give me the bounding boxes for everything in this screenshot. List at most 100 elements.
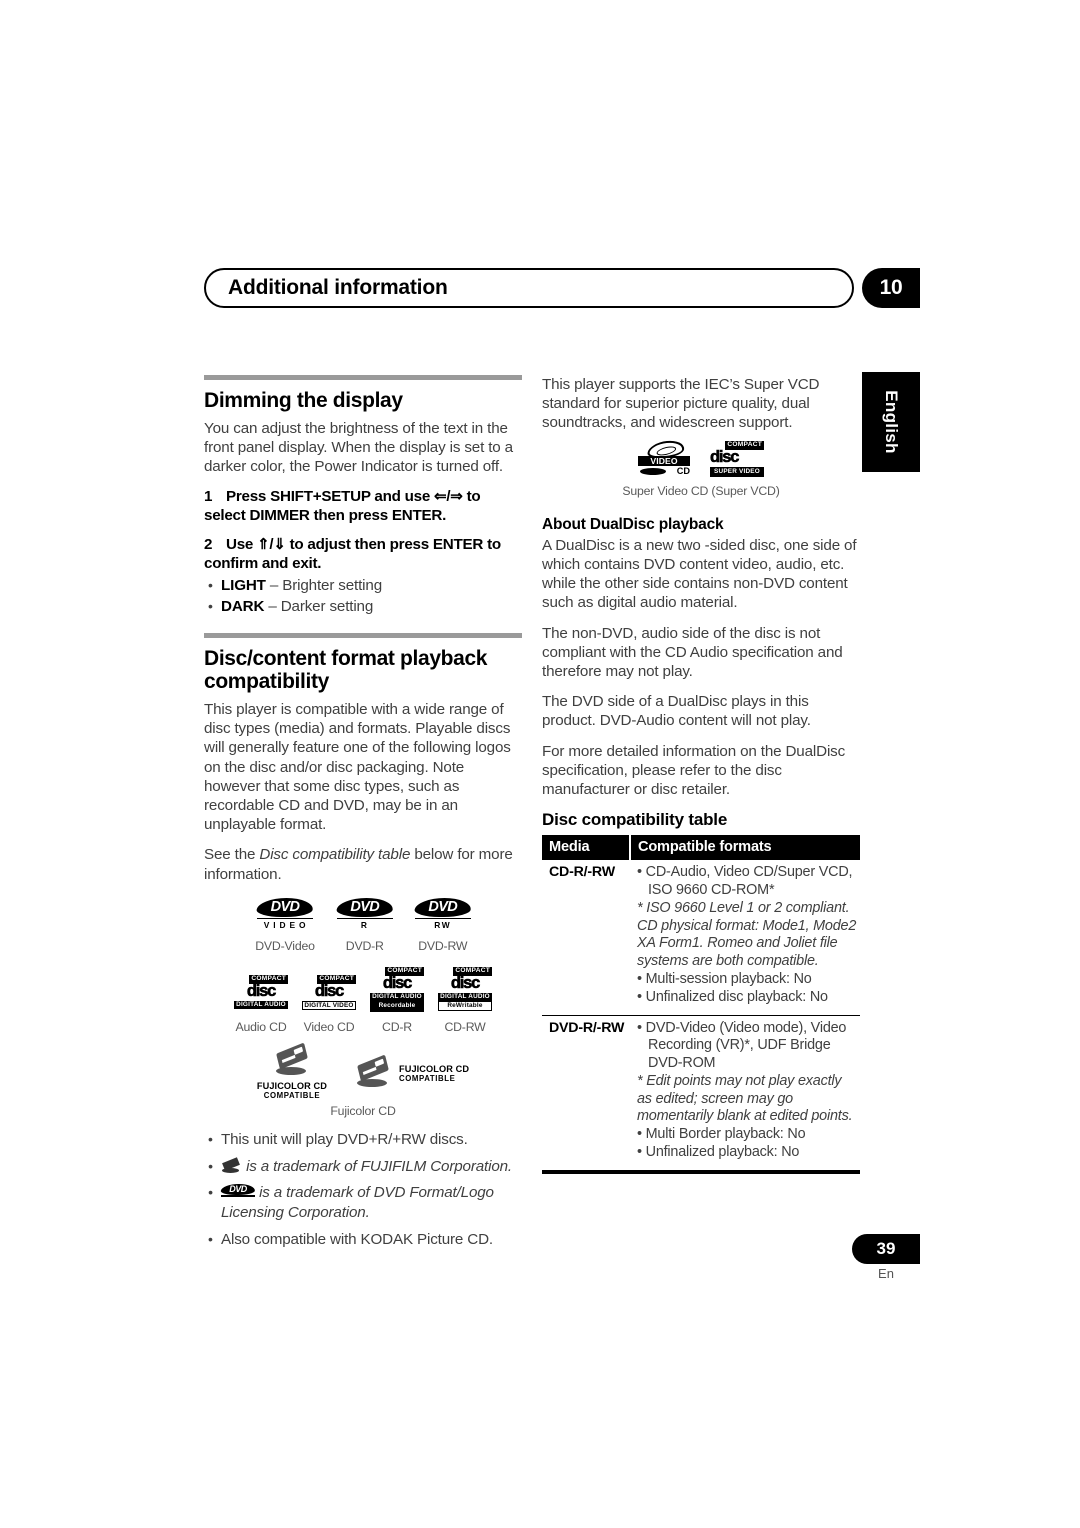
disc-wordmark: disc	[710, 447, 740, 466]
language-side-tab: English	[862, 372, 920, 472]
format-bullet: Unfinalized playback: No	[637, 1144, 858, 1162]
compatibility-paragraph-1: This player is compatible with a wide ra…	[204, 700, 511, 834]
dualdisc-paragraph-3: The DVD side of a DualDisc plays in this…	[542, 693, 811, 730]
format-footnote: * ISO 9660 Level 1 or 2 compliant. CD ph…	[637, 899, 857, 970]
dvd-r-sublabel: R	[336, 917, 393, 930]
dimmer-options-list: LIGHT – Brighter setting DARK – Darker s…	[204, 576, 522, 617]
logo-caption: CD-R	[382, 1019, 412, 1034]
trademark-notes-list: This unit will play DVD+R/+RW discs. is …	[204, 1130, 522, 1250]
digital-audio-band: DIGITAL AUDIO	[370, 992, 424, 1002]
heading-disc-content-format-playback-compatibility: Disc/content format playback compatibili…	[204, 646, 488, 694]
note-dvd-plus-r: This unit will play DVD+R/+RW discs.	[221, 1130, 468, 1148]
format-bullet: Unfinalized disc playback: No	[637, 989, 858, 1007]
section-rule	[204, 375, 522, 380]
dimming-intro-paragraph: You can adjust the brightness of the tex…	[204, 419, 513, 475]
disc-wordmark: disc	[382, 973, 413, 993]
cd-r-logo-icon: COMPACT disc DIGITAL AUDIO Recordable	[370, 966, 424, 1012]
logo-caption: Fujicolor CD	[330, 1103, 396, 1118]
logo-caption: CD-RW	[444, 1019, 486, 1034]
dvd-wordmark: DVD	[428, 898, 458, 915]
super-vcd-paragraph: This player supports the IEC’s Super VCD…	[542, 376, 820, 432]
digital-video-band: DIGITAL VIDEO	[302, 1000, 356, 1011]
dvd-logo-icon: DVD	[220, 1184, 256, 1199]
logo-fujicolor-inline: FUJICOLOR CD COMPATIBLE	[353, 1054, 469, 1088]
step-1-text-a: Press SHIFT+SETUP and use	[226, 488, 435, 506]
table-row: DVD-R/-RW DVD-Video (Video mode), Video …	[542, 1014, 860, 1170]
video-cd-logo-icon: COMPACT disc DIGITAL VIDEO	[302, 974, 356, 1011]
cd-logo-row: COMPACT disc DIGITAL AUDIO Audio CD COMP…	[204, 966, 522, 1034]
logo-fujicolor-stacked: FUJICOLOR CD COMPATIBLE	[256, 1042, 327, 1100]
compatible-label: COMPATIBLE	[399, 1074, 456, 1084]
chapter-number-badge: 10	[862, 268, 920, 308]
cd-label: CD	[676, 465, 690, 476]
table-header-row: Media Compatible formats	[542, 835, 860, 861]
logo-caption: DVD-Video	[255, 938, 315, 953]
step-2-text-a: Use	[226, 535, 258, 553]
dualdisc-paragraph-4: For more detailed information on the Dua…	[542, 742, 846, 799]
heading-about-dualdisc-playback: About DualDisc playback	[542, 515, 724, 533]
logo-cd-rw: COMPACT disc DIGITAL AUDIO ReWritable CD…	[438, 966, 492, 1034]
dvd-wordmark: DVD	[270, 898, 300, 915]
super-video-band: SUPER VIDEO	[710, 466, 764, 478]
cd-rw-logo-icon: COMPACT disc DIGITAL AUDIO ReWritable	[438, 966, 492, 1011]
heading-dimming-the-display: Dimming the display	[204, 389, 403, 412]
table-bottom-rule	[542, 1169, 860, 1174]
column-header-media: Media	[542, 835, 631, 861]
left-right-arrow-icon: ⇐/⇒	[434, 488, 463, 506]
cell-formats-dvd-r-rw: DVD-Video (Video mode), Video Recording …	[630, 1014, 860, 1170]
chapter-header-pill: Additional information	[204, 268, 854, 308]
format-bullet: CD-Audio, Video CD/Super VCD, ISO 9660 C…	[637, 864, 858, 900]
dimming-step-1: 1 Press SHIFT+SETUP and use ⇐/⇒ to select…	[204, 487, 522, 526]
compatible-label: COMPATIBLE	[263, 1090, 321, 1100]
logo-dvd-video: DVD V I D E O DVD-Video	[255, 897, 315, 953]
logo-cd-r: COMPACT disc DIGITAL AUDIO Recordable CD…	[370, 966, 424, 1034]
step-2-number: 2	[204, 535, 213, 553]
list-item: DARK – Darker setting	[204, 597, 522, 617]
disc-compatibility-table: Media Compatible formats CD-R/-RW CD-Aud…	[542, 835, 860, 1170]
fujicolor-inline-text: FUJICOLOR CD COMPATIBLE	[399, 1064, 469, 1083]
manual-page: Additional information 10 English Dimmin…	[0, 0, 1080, 1528]
fujifilm-mark-icon	[221, 1156, 242, 1173]
language-side-tab-label: English	[882, 390, 901, 454]
option-label-dark: DARK	[221, 598, 265, 616]
video-label: VIDEO	[638, 455, 690, 466]
cell-media-dvd-r-rw: DVD-R/-RW	[542, 1014, 630, 1170]
disc-wordmark: disc	[246, 981, 277, 1001]
super-video-cd-logo-icon: COMPACT disc SUPER VIDEO	[710, 440, 764, 478]
step-1-number: 1	[204, 488, 213, 506]
rewritable-band: ReWritable	[438, 1001, 492, 1011]
dvd-video-logo-icon: DVD V I D E O	[255, 897, 315, 930]
logo-dvd-rw: DVD RW DVD-RW	[413, 897, 473, 953]
page-language-code: En	[878, 1266, 894, 1281]
format-bullet: DVD-Video (Video mode), Video Recording …	[637, 1020, 858, 1073]
format-bullet: Multi Border playback: No	[637, 1126, 858, 1144]
option-desc-dark: – Darker setting	[264, 598, 374, 616]
format-bullet: Multi-session playback: No	[637, 971, 858, 989]
heading-disc-compatibility-table: Disc compatibility table	[542, 810, 728, 830]
video-cd-swoosh-logo-icon: VIDEO CD	[638, 438, 690, 477]
digital-audio-band: DIGITAL AUDIO	[234, 1000, 288, 1010]
compatibility-paragraph-2: See the Disc compatibility table below f…	[204, 845, 522, 883]
table-header: Media Compatible formats	[542, 835, 860, 861]
option-desc-light: – Brighter setting	[265, 577, 382, 595]
dualdisc-paragraph-2: The non-DVD, audio side of the disc is n…	[542, 624, 843, 680]
list-item: is a trademark of FUJIFILM Corporation.	[204, 1157, 522, 1177]
dvd-logo-row: DVD V I D E O DVD-Video DVD R DVD-R DVD …	[204, 897, 522, 953]
cell-media-cd-r-rw: CD-R/-RW	[549, 864, 615, 881]
fujicolor-cd-label: FUJICOLOR CD	[256, 1080, 327, 1091]
right-column: This player supports the IEC’s Super VCD…	[542, 375, 860, 1174]
recordable-band: Recordable	[370, 1001, 424, 1012]
dvd-r-logo-icon: DVD R	[335, 897, 395, 930]
table-row: CD-R/-RW CD-Audio, Video CD/Super VCD, I…	[542, 860, 860, 1015]
logo-caption: Video CD	[303, 1019, 355, 1034]
list-item: LIGHT – Brighter setting	[204, 576, 522, 596]
dvd-rw-sublabel: RW	[414, 917, 471, 930]
logo-video-cd: COMPACT disc DIGITAL VIDEO Video CD	[302, 974, 356, 1034]
logo-caption: DVD-RW	[418, 938, 468, 953]
page-title: Additional information	[228, 276, 448, 299]
super-vcd-logo-row: VIDEO CD COMPACT disc SUPER VIDEO	[542, 438, 860, 478]
option-label-light: LIGHT	[221, 577, 266, 595]
logo-caption: Super Video CD (Super VCD)	[622, 483, 780, 498]
column-header-compatible-formats: Compatible formats	[630, 835, 860, 861]
dualdisc-paragraph-1: A DualDisc is a new two -sided disc, one…	[542, 536, 857, 612]
